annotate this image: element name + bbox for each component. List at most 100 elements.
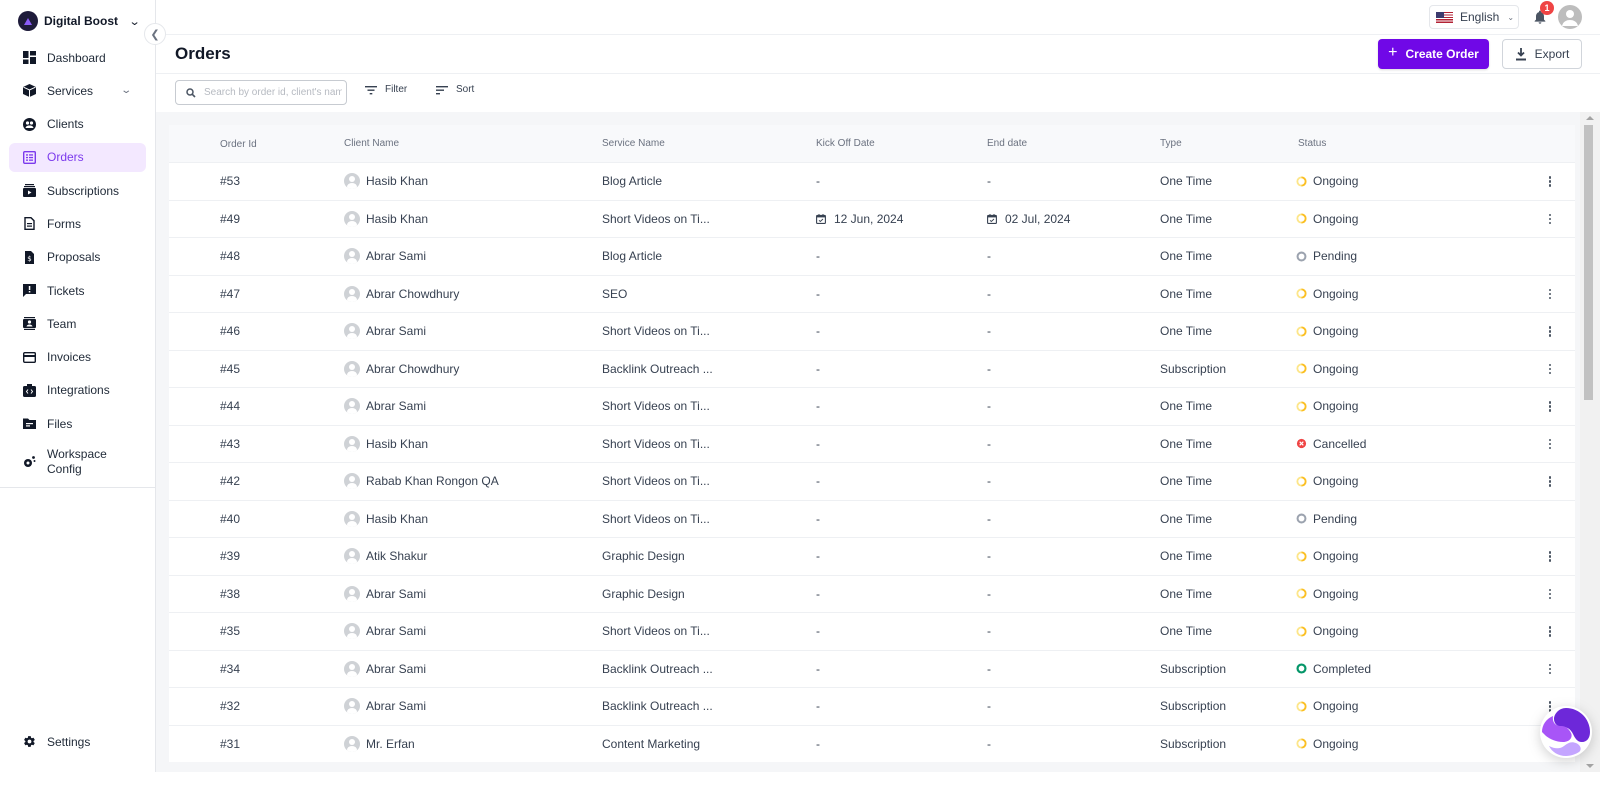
client-name[interactable]: Abrar Sami (344, 238, 426, 275)
sidebar-item-proposals[interactable]: $ Proposals (9, 243, 146, 272)
order-id[interactable]: #35 (220, 613, 240, 650)
table-row[interactable]: #32 Abrar Sami Backlink Outreach ... - - Subs… (169, 687, 1575, 725)
sidebar-item-tickets[interactable]: Tickets (9, 276, 146, 305)
column-header-order-id[interactable]: Order Id (220, 126, 257, 163)
client-name[interactable]: Abrar Sami (344, 388, 426, 425)
order-id[interactable]: #34 (220, 651, 240, 688)
table-row[interactable]: #53 Hasib Khan Blog Article - - One Time Ongoi… (169, 162, 1575, 200)
table-row[interactable]: #39 Atik Shakur Graphic Design - - One Time On… (169, 537, 1575, 575)
row-actions-button[interactable] (1545, 388, 1555, 425)
sidebar-item-invoices[interactable]: Invoices (9, 343, 146, 372)
sidebar-item-workspace-config[interactable]: Workspace Config (9, 443, 146, 481)
order-id[interactable]: #40 (220, 501, 240, 538)
order-id[interactable]: #47 (220, 276, 240, 313)
sidebar-item-integrations[interactable]: Integrations (9, 376, 146, 405)
table-row[interactable]: #48 Abrar Sami Blog Article - - One Time Pendi… (169, 237, 1575, 275)
chat-widget-button[interactable] (1539, 705, 1593, 759)
table-row[interactable]: #46 Abrar Sami Short Videos on Ti... - - One … (169, 312, 1575, 350)
sidebar-item-clients[interactable]: Clients (9, 110, 146, 139)
sidebar-item-settings[interactable]: Settings (9, 727, 146, 756)
chevron-down-icon[interactable]: ⌄ (120, 85, 132, 96)
scroll-down-arrow-icon[interactable] (1586, 764, 1594, 768)
column-header-type[interactable]: Type (1160, 125, 1182, 162)
table-row[interactable]: #44 Abrar Sami Short Videos on Ti... - - One … (169, 387, 1575, 425)
client-name[interactable]: Abrar Sami (344, 313, 426, 350)
client-name[interactable]: Hasib Khan (344, 163, 428, 200)
row-actions-button[interactable] (1545, 576, 1555, 613)
scrollbar-thumb[interactable] (1584, 125, 1593, 400)
column-header-status[interactable]: Status (1298, 125, 1326, 162)
sidebar-item-files[interactable]: Files (9, 409, 146, 438)
table-row[interactable]: #35 Abrar Sami Short Videos on Ti... - - One … (169, 612, 1575, 650)
sidebar-item-dashboard[interactable]: Dashboard (9, 43, 146, 72)
sidebar-item-label: Settings (47, 734, 91, 749)
order-id[interactable]: #43 (220, 426, 240, 463)
vertical-scrollbar[interactable] (1580, 112, 1600, 772)
workspace-switcher[interactable]: Digital Boost ⌄ (18, 11, 141, 31)
client-name[interactable]: Hasib Khan (344, 426, 428, 463)
client-name[interactable]: Abrar Sami (344, 688, 426, 725)
row-actions-button[interactable] (1545, 613, 1555, 650)
row-actions-button[interactable] (1545, 163, 1555, 200)
more-vertical-icon (1548, 551, 1552, 562)
column-header-kickoff-date[interactable]: Kick Off Date (816, 125, 875, 162)
row-actions-button[interactable] (1545, 463, 1555, 500)
sidebar-item-orders[interactable]: Orders (9, 142, 146, 172)
filter-button[interactable]: Filter (365, 84, 407, 95)
order-id[interactable]: #42 (220, 463, 240, 500)
row-actions-button[interactable] (1545, 651, 1555, 688)
table-row[interactable]: #40 Hasib Khan Short Videos on Ti... - - One … (169, 499, 1575, 538)
user-avatar[interactable] (1558, 5, 1582, 29)
sidebar-item-forms[interactable]: Forms (9, 209, 146, 238)
table-row[interactable]: #47 Abrar Chowdhury SEO - - One Time Ongoing (169, 274, 1575, 313)
order-id[interactable]: #45 (220, 351, 240, 388)
order-id[interactable]: #31 (220, 726, 240, 763)
table-row[interactable]: #34 Abrar Sami Backlink Outreach ... - - Subs… (169, 649, 1575, 688)
scroll-up-arrow-icon[interactable] (1586, 116, 1594, 120)
client-name[interactable]: Hasib Khan (344, 201, 428, 238)
sidebar-item-team[interactable]: Team (9, 309, 146, 338)
column-header-service-name[interactable]: Service Name (602, 125, 665, 162)
order-id[interactable]: #49 (220, 201, 240, 238)
order-id[interactable]: #53 (220, 163, 240, 200)
client-name[interactable]: Abrar Sami (344, 613, 426, 650)
table-row[interactable]: #45 Abrar Chowdhury Backlink Outreach ... -… (169, 349, 1575, 388)
download-icon (1515, 47, 1526, 60)
client-name[interactable]: Rabab Khan Rongon QA (344, 463, 499, 500)
order-id[interactable]: #46 (220, 313, 240, 350)
table-row[interactable]: #49 Hasib Khan Short Videos on Ti... 12 Jun… (169, 199, 1575, 238)
client-name[interactable]: Abrar Sami (344, 651, 426, 688)
language-select[interactable]: English ⌄ (1429, 5, 1519, 29)
collapse-sidebar-button[interactable]: ❮ (144, 23, 166, 45)
order-id[interactable]: #44 (220, 388, 240, 425)
table-row[interactable]: #38 Abrar Sami Graphic Design - - One Time Ong… (169, 574, 1575, 613)
create-order-button[interactable]: + Create Order (1378, 39, 1489, 69)
search-input[interactable] (204, 87, 342, 98)
row-actions-button[interactable] (1545, 313, 1555, 350)
row-actions-button[interactable] (1545, 351, 1555, 388)
table-row[interactable]: #42 Rabab Khan Rongon QA Short Videos on T… (169, 462, 1575, 500)
column-header-client-name[interactable]: Client Name (344, 125, 399, 162)
order-id[interactable]: #39 (220, 538, 240, 575)
row-actions-button[interactable] (1545, 201, 1555, 238)
client-name[interactable]: Atik Shakur (344, 538, 427, 575)
column-header-end-date[interactable]: End date (987, 125, 1027, 162)
client-name[interactable]: Abrar Chowdhury (344, 276, 459, 313)
table-row[interactable]: #31 Mr. Erfan Content Marketing - - Subscript… (169, 724, 1575, 763)
client-name[interactable]: Hasib Khan (344, 501, 428, 538)
end-date-text: 02 Jul, 2024 (1005, 211, 1071, 226)
sidebar-item-services[interactable]: Services ⌄ (9, 76, 146, 105)
table-row[interactable]: #43 Hasib Khan Short Videos on Ti... - - One … (169, 424, 1575, 463)
order-id[interactable]: #38 (220, 576, 240, 613)
export-button[interactable]: Export (1502, 39, 1582, 69)
order-id[interactable]: #32 (220, 688, 240, 725)
client-name[interactable]: Abrar Chowdhury (344, 351, 459, 388)
sort-button[interactable]: Sort (436, 84, 474, 95)
order-id[interactable]: #48 (220, 238, 240, 275)
client-name[interactable]: Abrar Sami (344, 576, 426, 613)
sidebar-item-subscriptions[interactable]: Subscriptions (9, 176, 146, 205)
row-actions-button[interactable] (1545, 426, 1555, 463)
row-actions-button[interactable] (1545, 538, 1555, 575)
client-name[interactable]: Mr. Erfan (344, 726, 415, 763)
row-actions-button[interactable] (1545, 276, 1555, 313)
